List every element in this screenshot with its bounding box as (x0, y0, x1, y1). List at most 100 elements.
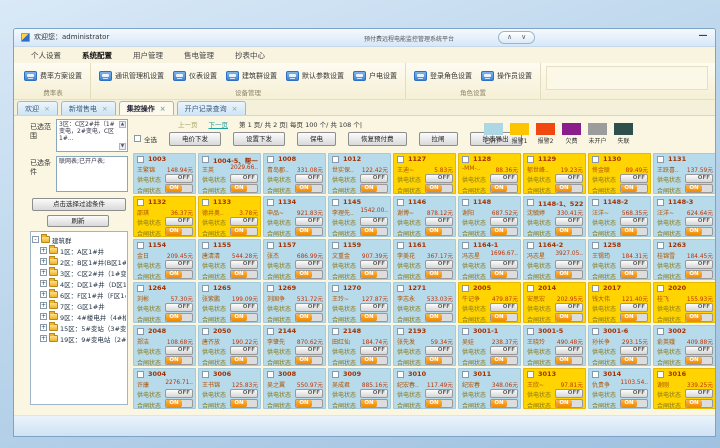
switch-on-toggle[interactable]: ON (360, 399, 388, 408)
ribbon-button[interactable]: 户电设置 (350, 70, 400, 82)
scroll-down-icon[interactable]: ▼ (119, 143, 126, 150)
supply-off-toggle[interactable]: OFF (230, 260, 258, 269)
refresh-button[interactable]: 刷新 (47, 215, 109, 227)
meter-card[interactable]: 1164-1 冯志星 1696.67.. 供电状态 OFF 合闸状态 ON (458, 239, 521, 280)
supply-off-toggle[interactable]: OFF (360, 217, 388, 226)
switch-on-toggle[interactable]: ON (295, 270, 323, 279)
switch-on-toggle[interactable]: ON (685, 270, 713, 279)
switch-on-toggle[interactable]: ON (165, 184, 193, 193)
supply-off-toggle[interactable]: OFF (425, 217, 453, 226)
switch-on-toggle[interactable]: ON (165, 270, 193, 279)
card-checkbox[interactable] (267, 371, 274, 378)
switch-on-toggle[interactable]: ON (360, 227, 388, 236)
meter-card[interactable]: 2193 张先发 59.34元 供电状态 OFF 合闸状态 ON (393, 325, 456, 366)
filter-condition-button[interactable]: 点击选择过滤条件 (32, 198, 126, 211)
switch-on-toggle[interactable]: ON (230, 270, 258, 279)
switch-on-toggle[interactable]: ON (490, 227, 518, 236)
menu-tab[interactable]: 系统配置 (82, 50, 112, 61)
card-checkbox[interactable] (657, 371, 664, 378)
action-button[interactable]: 拉闸 (419, 132, 458, 146)
card-checkbox[interactable] (137, 328, 144, 335)
tree-node[interactable]: + 1区：A区1#井 (32, 245, 126, 256)
meter-card[interactable]: 1164-2 冯志星 3927.05.. 供电状态 OFF 合闸状态 ON (523, 239, 586, 280)
switch-on-toggle[interactable]: ON (295, 227, 323, 236)
meter-card[interactable]: 1270 王玲~ 127.87元 供电状态 OFF 合闸状态 ON (328, 282, 391, 323)
menu-tab[interactable]: 售电管理 (184, 50, 214, 61)
card-checkbox[interactable] (202, 328, 209, 335)
card-checkbox[interactable] (332, 242, 339, 249)
card-checkbox[interactable] (657, 199, 664, 206)
meter-card[interactable]: 1127 王迪~ 5.83元 供电状态 OFF 合闸状态 ON (393, 153, 456, 194)
supply-off-toggle[interactable]: OFF (295, 174, 323, 183)
switch-on-toggle[interactable]: ON (490, 399, 518, 408)
selected-range-box[interactable]: 3区：C区2#井（1#变电，2#变电，C区1#... ▲ ▼ (56, 119, 128, 152)
card-checkbox[interactable] (137, 242, 144, 249)
meter-card[interactable]: 3001-6 孙长争 293.15元 供电状态 OFF 合闸状态 ON (588, 325, 651, 366)
meter-card[interactable]: 1159 文重金 907.39元 供电状态 OFF 合闸状态 ON (328, 239, 391, 280)
card-checkbox[interactable] (332, 328, 339, 335)
expand-icon[interactable]: + (40, 302, 47, 309)
supply-off-toggle[interactable]: OFF (165, 174, 193, 183)
supply-off-toggle[interactable]: OFF (165, 346, 193, 355)
card-checkbox[interactable] (462, 242, 469, 249)
card-checkbox[interactable] (267, 285, 274, 292)
card-checkbox[interactable] (202, 156, 209, 163)
tree-node[interactable]: + 6区：F区1#井（F区1# (32, 289, 126, 300)
card-checkbox[interactable] (397, 371, 404, 378)
switch-on-toggle[interactable]: ON (360, 184, 388, 193)
meter-card[interactable]: 1161 李美花 367.17元 供电状态 OFF 合闸状态 ON (393, 239, 456, 280)
meter-card[interactable]: 1131 王跃喜.. 137.59元 供电状态 OFF 合闸状态 ON (653, 153, 716, 194)
switch-on-toggle[interactable]: ON (685, 313, 713, 322)
meter-card[interactable]: 1134 申品~ 921.83元 供电状态 OFF 合闸状态 ON (263, 196, 326, 237)
supply-off-toggle[interactable]: OFF (620, 174, 648, 183)
card-checkbox[interactable] (657, 285, 664, 292)
meter-card[interactable]: 1258 王锡筠 184.31元 供电状态 OFF 合闸状态 ON (588, 239, 651, 280)
switch-on-toggle[interactable]: ON (230, 184, 258, 193)
supply-off-toggle[interactable]: OFF (360, 346, 388, 355)
switch-on-toggle[interactable]: ON (425, 227, 453, 236)
meter-card[interactable]: 1008 青岛郡.. 331.08元 供电状态 OFF 合闸状态 ON (263, 153, 326, 194)
supply-off-toggle[interactable]: OFF (295, 389, 323, 398)
supply-off-toggle[interactable]: OFF (555, 346, 583, 355)
switch-on-toggle[interactable]: ON (165, 356, 193, 365)
tab-close-icon[interactable]: × (232, 105, 238, 113)
meter-card[interactable]: 3006 王书锦 125.83元 供电状态 OFF 合闸状态 ON (198, 368, 261, 409)
action-button[interactable]: 电价下发 (169, 132, 221, 146)
switch-on-toggle[interactable]: ON (555, 270, 583, 279)
supply-off-toggle[interactable]: OFF (555, 217, 583, 226)
meter-card[interactable]: 3001-5 王晓玲 490.48元 供电状态 OFF 合闸状态 ON (523, 325, 586, 366)
card-checkbox[interactable] (527, 371, 534, 378)
collapse-up-icon[interactable]: ∧ (507, 33, 512, 42)
meter-card[interactable]: 3014 仇贵争 1103.54.. 供电状态 OFF 合闸状态 ON (588, 368, 651, 409)
meter-card[interactable]: 2148 田红仙 184.74元 供电状态 OFF 合闸状态 ON (328, 325, 391, 366)
switch-on-toggle[interactable]: ON (620, 399, 648, 408)
document-tab[interactable]: 欢迎 × (17, 101, 58, 115)
ribbon-button[interactable]: 默认参数设置 (283, 70, 347, 82)
switch-on-toggle[interactable]: ON (360, 313, 388, 322)
supply-off-toggle[interactable]: OFF (165, 217, 193, 226)
switch-on-toggle[interactable]: ON (490, 270, 518, 279)
switch-on-toggle[interactable]: ON (555, 184, 583, 193)
meter-card[interactable]: 1133 德井奥.. 3.78元 供电状态 OFF 合闸状态 ON (198, 196, 261, 237)
tab-close-icon[interactable]: × (102, 105, 108, 113)
supply-off-toggle[interactable]: OFF (360, 260, 388, 269)
card-checkbox[interactable] (592, 199, 599, 206)
supply-off-toggle[interactable]: OFF (230, 217, 258, 226)
meter-card[interactable]: 2017 钱大伟 121.40元 供电状态 OFF 合闸状态 ON (588, 282, 651, 323)
meter-card[interactable]: 2048 郑洁 108.68元 供电状态 OFF 合闸状态 ON (133, 325, 196, 366)
card-checkbox[interactable] (267, 242, 274, 249)
meter-card[interactable]: 1004-5、帮一 王英 2029.66.. 供电状态 OFF 合闸状态 ON (198, 153, 261, 194)
supply-off-toggle[interactable]: OFF (230, 303, 258, 312)
switch-on-toggle[interactable]: ON (620, 356, 648, 365)
meter-card[interactable]: 1132 邵琪 36.37元 供电状态 OFF 合闸状态 ON (133, 196, 196, 237)
switch-on-toggle[interactable]: ON (685, 399, 713, 408)
switch-on-toggle[interactable]: ON (230, 399, 258, 408)
switch-on-toggle[interactable]: ON (620, 184, 648, 193)
supply-off-toggle[interactable]: OFF (490, 303, 518, 312)
switch-on-toggle[interactable]: ON (230, 356, 258, 365)
meter-card[interactable]: 1146 谢博~ 878.12元 供电状态 OFF 合闸状态 ON (393, 196, 456, 237)
supply-off-toggle[interactable]: OFF (295, 346, 323, 355)
supply-off-toggle[interactable]: OFF (425, 346, 453, 355)
ribbon-button[interactable]: 操作员设置 (478, 70, 535, 82)
expand-icon[interactable]: + (40, 291, 47, 298)
